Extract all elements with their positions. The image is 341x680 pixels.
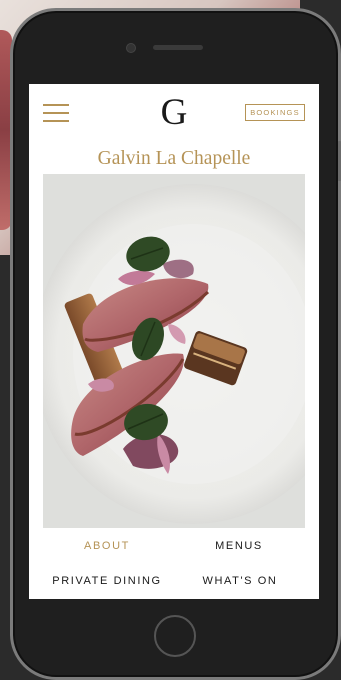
nav-whats-on[interactable]: WHAT'S ON xyxy=(195,575,285,587)
phone-screen: G BOOKINGS Galvin La Chapelle ABOUT MENU… xyxy=(29,84,319,599)
nav-about[interactable]: ABOUT xyxy=(69,540,145,552)
nav-menus[interactable]: MENUS xyxy=(199,540,279,552)
bookings-button[interactable]: BOOKINGS xyxy=(245,104,305,121)
front-camera xyxy=(126,43,136,53)
hamburger-icon[interactable] xyxy=(43,104,69,123)
plated-dish-illustration xyxy=(43,174,305,528)
logo[interactable]: G xyxy=(154,93,194,133)
site-header: G BOOKINGS xyxy=(29,84,319,144)
home-button[interactable] xyxy=(154,615,196,657)
restaurant-title: Galvin La Chapelle xyxy=(97,148,251,169)
earpiece-speaker xyxy=(153,45,203,50)
hero-food-image xyxy=(43,174,305,528)
nav-private-dining[interactable]: PRIVATE DINING xyxy=(47,575,167,587)
